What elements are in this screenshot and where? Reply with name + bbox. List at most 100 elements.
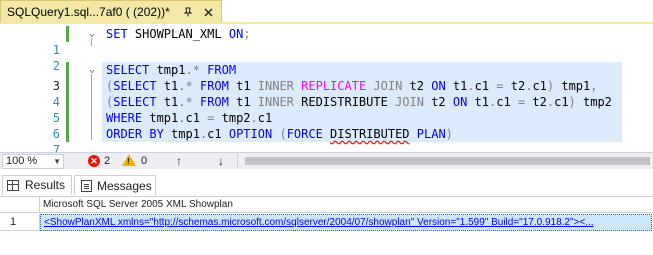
token: SHOWPLAN_XML xyxy=(127,27,229,41)
collapse-icon[interactable]: ⌄ xyxy=(86,26,98,42)
close-icon[interactable] xyxy=(201,5,215,19)
token: ON xyxy=(452,95,468,109)
results-grid[interactable]: Microsoft SQL Server 2005 XML Showplan 1… xyxy=(0,197,653,255)
token: t1 xyxy=(228,79,258,93)
document-tab-strip: SQLQuery1.sql...7af0 ( (202))* xyxy=(0,0,653,24)
token: REPLICATE xyxy=(301,79,367,93)
editor-status-bar: 100 % ▼ ✕ 2 ! 0 ↑ ↓ xyxy=(0,152,653,169)
query-tab[interactable]: SQLQuery1.sql...7af0 ( (202))* xyxy=(0,0,222,23)
table-cell[interactable]: <ShowPlanXML xmlns="http://schemas.micro… xyxy=(40,214,652,231)
error-count[interactable]: 2 xyxy=(104,155,110,167)
token: tmp1 xyxy=(163,127,200,141)
token: c1 xyxy=(207,127,229,141)
sql-editor[interactable]: 1 ⌄ SET SHOWPLAN_XML ON; 2 3 ⌄ SELECT tm… xyxy=(0,24,653,152)
token: c1 xyxy=(496,95,518,109)
warning-mark: ! xyxy=(127,157,130,166)
token: t2 xyxy=(503,79,526,93)
token: . xyxy=(250,111,258,125)
previous-issue-arrow-icon[interactable]: ↑ xyxy=(176,154,182,168)
showplan-xml-link[interactable]: <ShowPlanXML xmlns="http://schemas.micro… xyxy=(44,217,594,228)
token: FROM xyxy=(199,95,229,109)
token: c1 xyxy=(474,79,497,93)
token: ON xyxy=(228,27,244,41)
token: . xyxy=(546,95,555,109)
token: c1 xyxy=(554,95,569,109)
zoom-value: 100 % xyxy=(6,155,38,167)
token: t1 xyxy=(228,95,258,109)
token: t1 xyxy=(445,79,468,93)
token: tmp1 xyxy=(149,63,186,77)
pin-icon[interactable] xyxy=(181,5,195,19)
token: BY xyxy=(149,127,164,141)
code-line-6[interactable]: 6 WHERE tmp1.c1 = tmp2.c1 xyxy=(0,110,653,141)
token: JOIN xyxy=(395,95,424,109)
results-tab-strip: Results Messages xyxy=(0,169,653,197)
tab-messages[interactable]: Messages xyxy=(74,175,156,195)
grid-corner[interactable] xyxy=(0,197,40,213)
tab-results[interactable]: Results xyxy=(2,175,72,195)
token: ON xyxy=(431,79,446,93)
warning-count[interactable]: 0 xyxy=(141,155,147,167)
token: ) xyxy=(568,95,576,109)
token: c1 xyxy=(185,111,208,125)
token: ORDER xyxy=(106,127,143,141)
token: INNER xyxy=(257,79,294,93)
token: ( xyxy=(279,127,287,141)
error-squiggle-token: DISTRIBUTED xyxy=(330,127,410,141)
token: t2 xyxy=(525,95,547,109)
token: .* xyxy=(178,79,193,93)
token: INNER xyxy=(257,95,294,109)
token: FROM xyxy=(207,63,237,77)
horizontal-scrollbar-thumb[interactable] xyxy=(245,157,650,165)
token: tmp1 xyxy=(554,79,591,93)
token: FROM xyxy=(199,79,229,93)
token: = xyxy=(496,79,504,93)
error-icon[interactable]: ✕ xyxy=(88,155,100,167)
token: SET xyxy=(106,27,128,41)
tab-messages-label: Messages xyxy=(97,178,152,193)
token: , xyxy=(590,79,598,93)
token: REDISTRIBUTE xyxy=(293,95,396,109)
code-line-1[interactable]: 1 ⌄ SET SHOWPLAN_XML ON; xyxy=(0,26,653,57)
splitter[interactable] xyxy=(237,154,238,168)
grid-icon xyxy=(7,179,19,191)
row-number[interactable]: 1 xyxy=(0,214,40,231)
messages-icon xyxy=(81,179,92,192)
token: ; xyxy=(243,27,251,41)
next-issue-arrow-icon[interactable]: ↓ xyxy=(218,154,224,168)
token: t1 xyxy=(467,95,490,109)
code-line-4[interactable]: 4 (SELECT t1.* FROM t1 INNER REPLICATE J… xyxy=(0,78,653,109)
code-line-7[interactable]: 7 ORDER BY tmp1.c1 OPTION (FORCE DISTRIB… xyxy=(0,126,653,152)
column-header[interactable]: Microsoft SQL Server 2005 XML Showplan xyxy=(40,197,651,213)
token: PLAN xyxy=(416,127,446,141)
token: SELECT xyxy=(113,79,157,93)
token: FORCE xyxy=(286,127,323,141)
token: .* xyxy=(185,63,200,77)
zoom-dropdown[interactable]: 100 % ▼ xyxy=(2,154,64,169)
token: SELECT xyxy=(113,95,157,109)
token: t1 xyxy=(156,95,179,109)
token: .* xyxy=(178,95,193,109)
token: tmp1 xyxy=(142,111,179,125)
code-line-5[interactable]: 5 (SELECT t1.* FROM t1 INNER REDISTRIBUT… xyxy=(0,94,653,125)
collapse-icon[interactable]: ⌄ xyxy=(86,62,98,78)
token: JOIN xyxy=(373,79,403,93)
token: ) xyxy=(445,127,453,141)
token: . xyxy=(467,79,475,93)
token: WHERE xyxy=(106,111,143,125)
code-line-3[interactable]: 3 ⌄ SELECT tmp1.* FROM xyxy=(0,62,653,93)
token: c1 xyxy=(257,111,273,125)
code-line-2[interactable]: 2 xyxy=(0,42,653,73)
token: t2 xyxy=(402,79,432,93)
token: SELECT xyxy=(106,63,150,77)
token: tmp2 xyxy=(575,95,612,109)
line-number: 7 xyxy=(52,143,60,152)
tab-results-label: Results xyxy=(25,178,66,192)
token: c1 xyxy=(532,79,547,93)
token: t1 xyxy=(156,79,179,93)
token: tmp2 xyxy=(214,111,251,125)
